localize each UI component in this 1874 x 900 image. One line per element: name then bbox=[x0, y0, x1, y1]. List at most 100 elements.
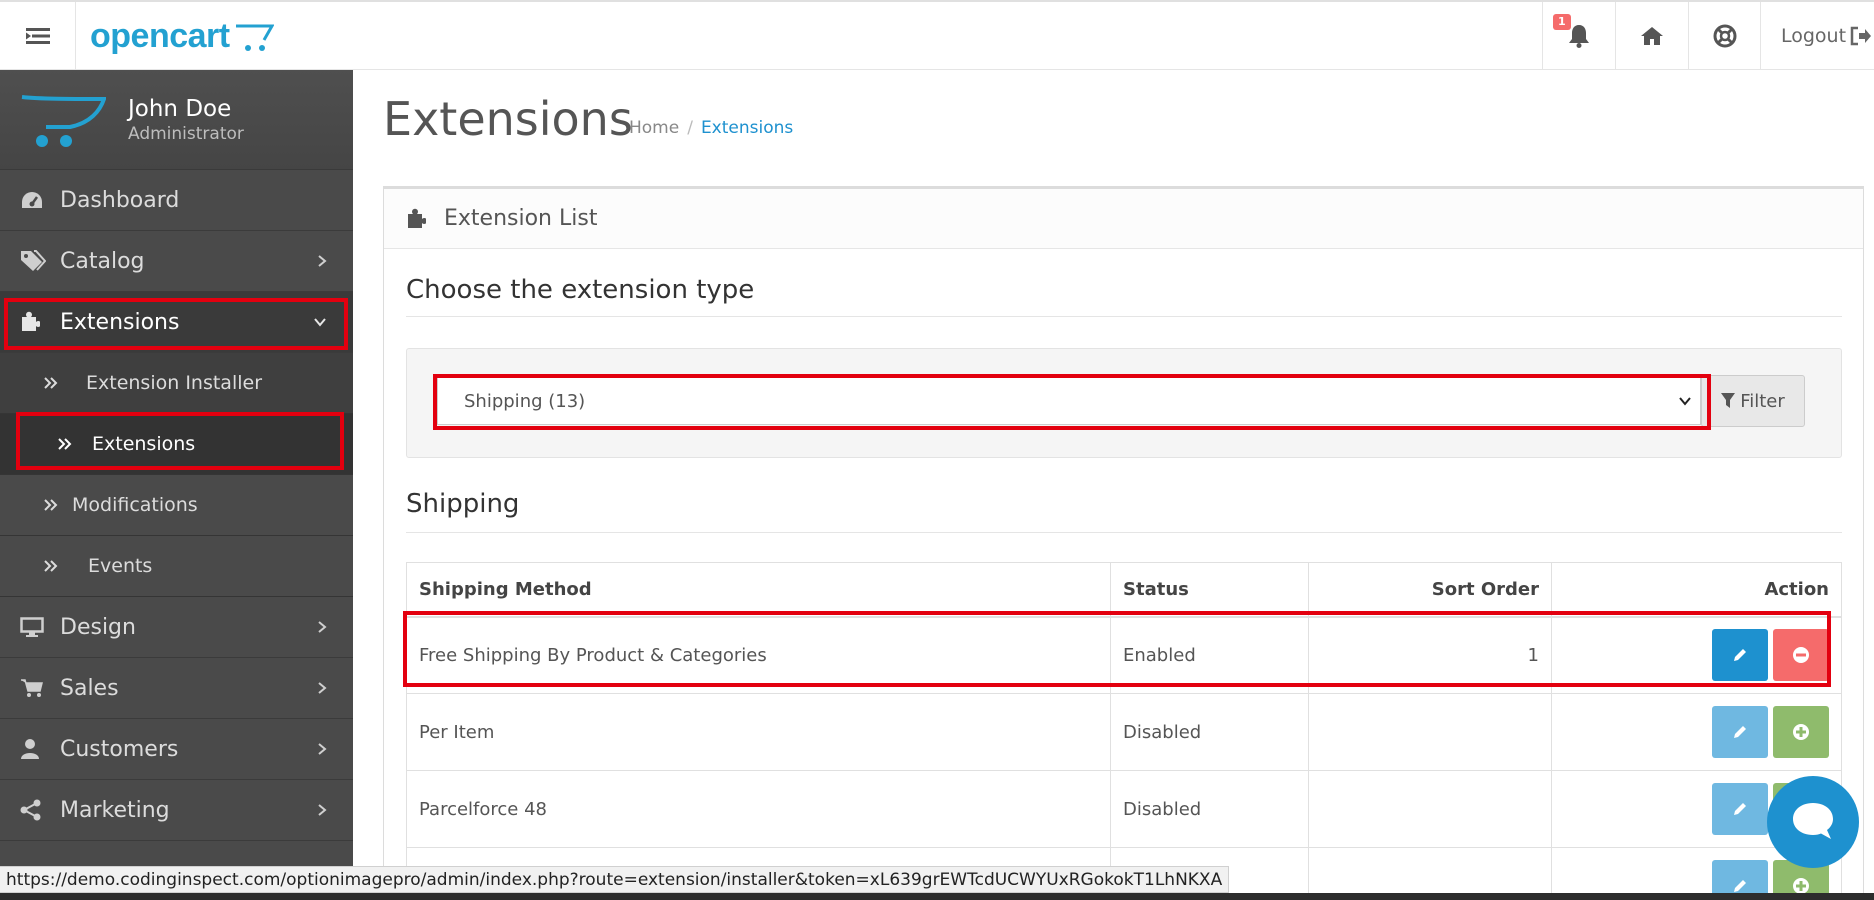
home-icon bbox=[1641, 27, 1663, 45]
pencil-icon bbox=[1734, 803, 1746, 815]
sidebar-item-extensions[interactable]: Extensions bbox=[0, 292, 353, 353]
table-row: Per Item Disabled bbox=[406, 693, 1842, 771]
sidebar-item-marketing[interactable]: Marketing bbox=[0, 780, 353, 841]
cell-method: Free Shipping By Product & Categories bbox=[406, 616, 1111, 694]
cell-sort-order bbox=[1308, 693, 1552, 771]
cell-status: Enabled bbox=[1110, 616, 1309, 694]
cell-sort-order: 1 bbox=[1308, 616, 1552, 694]
sidebar-item-label: Marketing bbox=[60, 797, 170, 823]
sign-out-icon bbox=[1850, 26, 1872, 46]
extension-list-panel: Extension List Choose the extension type… bbox=[383, 186, 1864, 900]
panel-title: Extension List bbox=[444, 206, 598, 231]
sidebar-item-sales[interactable]: Sales bbox=[0, 658, 353, 719]
lifebuoy-icon bbox=[1713, 24, 1737, 48]
share-icon bbox=[20, 799, 48, 821]
filter-label: Filter bbox=[1740, 390, 1785, 412]
double-chevron-right-icon bbox=[44, 498, 60, 512]
sidebar-item-label: Catalog bbox=[60, 248, 145, 274]
bell-icon bbox=[1569, 25, 1589, 48]
filter-well: Shipping (13) Filter bbox=[406, 348, 1842, 458]
minus-circle-icon bbox=[1793, 647, 1809, 664]
browser-status-bar: https://demo.codinginspect.com/optionima… bbox=[0, 866, 1230, 893]
panel-heading: Extension List bbox=[384, 189, 1863, 249]
cell-actions bbox=[1551, 693, 1842, 771]
chat-widget-button[interactable] bbox=[1767, 776, 1859, 868]
user-icon bbox=[20, 738, 48, 760]
install-button[interactable] bbox=[1773, 706, 1829, 758]
chevron-right-icon bbox=[318, 255, 327, 267]
user-role: Administrator bbox=[128, 123, 244, 144]
opencart-cart-avatar-icon bbox=[21, 94, 106, 147]
funnel-icon bbox=[1721, 393, 1736, 409]
menu-toggle-button[interactable] bbox=[0, 2, 76, 70]
table-row: Free Shipping By Product & Categories En… bbox=[406, 616, 1842, 694]
logout-label: Logout bbox=[1781, 25, 1847, 47]
user-profile[interactable]: John Doe Administrator bbox=[0, 70, 353, 170]
sidebar-item-label: Extensions bbox=[60, 309, 180, 335]
chevron-down-icon bbox=[314, 318, 326, 327]
sidebar-item-customers[interactable]: Customers bbox=[0, 719, 353, 780]
select-value: Shipping (13) bbox=[464, 390, 586, 412]
notifications-button[interactable]: 1 bbox=[1542, 2, 1615, 70]
plus-circle-icon bbox=[1793, 724, 1809, 740]
sidebar-subitem-label: Extension Installer bbox=[86, 372, 263, 394]
help-button[interactable] bbox=[1688, 2, 1761, 70]
sidebar: John Doe Administrator Dashboard Catalog… bbox=[0, 70, 353, 900]
status-url: https://demo.codinginspect.com/optionima… bbox=[6, 869, 1223, 890]
edit-button[interactable] bbox=[1712, 629, 1768, 682]
monitor-icon bbox=[20, 617, 48, 637]
sidebar-item-design[interactable]: Design bbox=[0, 597, 353, 658]
taskbar-strip bbox=[0, 893, 1874, 900]
notification-badge: 1 bbox=[1553, 14, 1571, 30]
tags-icon bbox=[20, 250, 48, 272]
column-header-action: Action bbox=[1551, 562, 1842, 618]
chat-bubble-icon bbox=[1793, 803, 1833, 839]
column-header-shipping-method[interactable]: Shipping Method bbox=[406, 562, 1111, 618]
sidebar-subitem-label: Extensions bbox=[92, 433, 196, 455]
sidebar-subitem-extensions[interactable]: Extensions bbox=[0, 414, 353, 475]
cell-status: Disabled bbox=[1110, 770, 1309, 848]
chevron-right-icon bbox=[318, 804, 327, 816]
double-chevron-right-icon bbox=[44, 559, 60, 573]
sidebar-item-catalog[interactable]: Catalog bbox=[0, 231, 353, 292]
sidebar-subitem-label: Modifications bbox=[72, 494, 198, 516]
dashboard-icon bbox=[20, 190, 48, 210]
pencil-icon bbox=[1734, 880, 1746, 892]
home-button[interactable] bbox=[1615, 2, 1688, 70]
table-row: Parcelforce 48 Disabled bbox=[406, 770, 1842, 848]
column-header-status[interactable]: Status bbox=[1110, 562, 1309, 618]
section-shipping-title: Shipping bbox=[406, 489, 520, 519]
user-name: John Doe bbox=[128, 95, 232, 122]
cart-icon bbox=[20, 678, 48, 698]
cell-status: Disabled bbox=[1110, 693, 1309, 771]
uninstall-button[interactable] bbox=[1773, 629, 1829, 682]
hamburger-icon bbox=[25, 28, 50, 44]
logo-text: opencart bbox=[90, 16, 230, 55]
edit-button[interactable] bbox=[1712, 706, 1768, 758]
cell-method: Parcelforce 48 bbox=[406, 770, 1111, 848]
main-content: Extensions Home / Extensions Extension Lis… bbox=[353, 70, 1874, 900]
cell-actions bbox=[1551, 616, 1842, 694]
puzzle-icon bbox=[406, 208, 426, 230]
extension-type-select[interactable]: Shipping (13) bbox=[437, 377, 1701, 425]
column-header-sort-order[interactable]: Sort Order bbox=[1308, 562, 1552, 618]
sidebar-subitem-events[interactable]: Events bbox=[0, 536, 353, 597]
sidebar-subitem-extension-installer[interactable]: Extension Installer bbox=[0, 353, 353, 414]
logout-button[interactable]: Logout bbox=[1760, 2, 1874, 70]
chevron-right-icon bbox=[318, 743, 327, 755]
divider bbox=[406, 316, 1842, 317]
opencart-logo[interactable]: opencart bbox=[90, 14, 274, 58]
breadcrumb-extensions[interactable]: Extensions bbox=[701, 118, 793, 138]
edit-button[interactable] bbox=[1712, 783, 1768, 835]
cell-method: Per Item bbox=[406, 693, 1111, 771]
sidebar-item-label: Sales bbox=[60, 675, 119, 701]
page-title: Extensions bbox=[383, 92, 633, 146]
filter-button[interactable]: Filter bbox=[1701, 375, 1805, 427]
sidebar-item-dashboard[interactable]: Dashboard bbox=[0, 170, 353, 231]
breadcrumb: Home / Extensions bbox=[629, 118, 793, 138]
breadcrumb-home[interactable]: Home bbox=[629, 118, 679, 138]
divider bbox=[406, 532, 1842, 533]
sidebar-subitem-modifications[interactable]: Modifications bbox=[0, 475, 353, 536]
extension-table: Shipping Method Status Sort Order Action… bbox=[406, 562, 1842, 900]
chevron-down-icon bbox=[1679, 397, 1691, 406]
